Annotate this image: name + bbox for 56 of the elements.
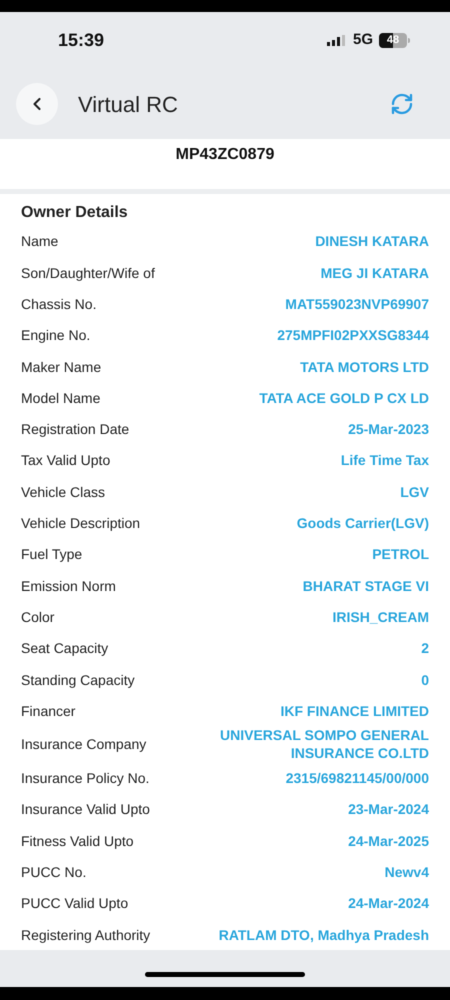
field-value: 24-Mar-2025 [348,832,429,850]
field-value: IKF FINANCE LIMITED [280,702,429,720]
status-time: 15:39 [58,29,104,52]
signal-icon [326,34,347,47]
field-value: DINESH KATARA [315,232,429,250]
field-label: Insurance Valid Upto [21,800,150,818]
network-label: 5G [352,30,373,50]
field-label: Model Name [21,388,100,407]
field-label: PUCC Valid Upto [21,894,128,912]
field-label: Insurance Company [21,735,146,754]
field-value: TATA MOTORS LTD [300,358,429,376]
field-value: BHARAT STAGE VI [302,576,429,595]
field-label: Standing Capacity [21,670,135,689]
field-label: Registering Authority [21,926,150,944]
field-value: PETROL [372,545,429,564]
refresh-icon [390,92,414,116]
field-value: Goods Carrier(LGV) [296,514,429,532]
field-value: Newv4 [384,863,429,881]
field-label: Fuel Type [21,545,82,564]
field-label: Registration Date [21,420,130,438]
field-label: Maker Name [21,358,102,376]
registration-number: MP43ZC0879 [176,145,274,166]
field-label: Financer [21,702,76,720]
field-value: 275MPFI02PXXSG8344 [277,326,429,344]
field-label: PUCC No. [21,863,86,881]
field-value: Life Time Tax [340,451,429,470]
field-label: Chassis No. [21,294,96,313]
field-label: Engine No. [21,326,90,344]
field-value: RATLAM DTO, Madhya Pradesh [218,926,429,944]
refresh-button[interactable] [390,92,414,116]
field-label: Vehicle Class [21,482,106,501]
field-value: 25-Mar-2023 [348,420,429,438]
field-value: TATA ACE GOLD P CX LD [259,388,429,407]
field-value: MEG JI KATARA [320,264,429,282]
field-value: UNIVERSAL SOMPO GENERAL INSURANCE CO.LTD [219,726,429,762]
header-title: Virtual RC [78,90,178,119]
field-label: Seat Capacity [21,639,108,658]
field-label: Name [21,232,58,250]
field-label: Fitness Valid Upto [21,832,134,850]
field-value: 24-Mar-2024 [348,894,429,912]
section-title: Owner Details [21,202,129,223]
field-value: 0 [421,670,429,689]
field-label: Vehicle Description [21,514,140,532]
back-button[interactable] [16,83,58,126]
field-value: IRISH_CREAM [332,608,429,626]
battery-indicator: 48 [379,32,410,49]
field-label: Color [21,608,54,626]
field-value: LGV [400,482,429,501]
field-value: 2 [421,639,429,658]
field-value: 23-Mar-2024 [348,800,429,818]
field-label: Emission Norm [21,576,116,595]
field-value: MAT559023NVP69907 [285,294,429,313]
field-value: 2315/69821145/00/000 [286,769,429,788]
field-label: Insurance Policy No. [21,769,150,788]
field-label: Tax Valid Upto [21,451,110,470]
field-label: Son/Daughter/Wife of [21,264,155,282]
